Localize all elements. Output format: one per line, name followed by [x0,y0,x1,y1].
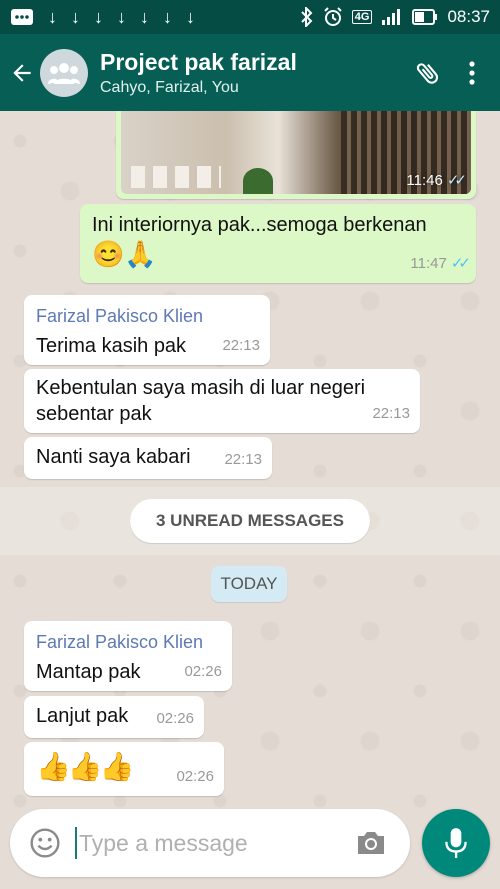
status-bar: ↓ ↓ ↓ ↓ ↓ ↓ ↓ 4G 08:37 [0,0,500,34]
read-ticks-icon: ✓✓ [446,172,467,189]
sender-name[interactable]: Farizal Pakisco Klien [36,629,220,655]
signal-icon [382,9,401,25]
message-text-line: Kebentulan saya masih di luar negeri [36,377,366,399]
incoming-message[interactable]: 👍👍👍 02:26 [24,742,224,796]
group-avatar-icon [48,62,80,84]
incoming-message[interactable]: Lanjut pak 02:26 [24,696,204,738]
sender-name[interactable]: Farizal Pakisco Klien [36,303,258,329]
message-text: Ini interiornya pak...semoga berkenan [92,214,427,236]
message-time: 02:26 [184,663,222,680]
message-text-line: sebentar pak [36,403,152,425]
clock: 08:37 [447,7,490,26]
bluetooth-icon [301,7,313,27]
incoming-message[interactable]: Kebentulan saya masih di luar negeri seb… [24,369,420,433]
unread-messages-badge: 3 UNREAD MESSAGES [130,499,370,543]
download-icon: ↓ [117,7,126,27]
more-vert-icon [469,60,475,85]
emoji-button[interactable] [22,827,67,859]
date-divider: TODAY [211,566,287,602]
chat-titles[interactable]: Project pak farizal Cahyo, Farizal, You [100,48,406,97]
mic-icon [445,828,467,858]
message-time: 11:47 ✓✓ [410,251,471,277]
group-avatar[interactable] [40,48,88,97]
battery-icon [412,9,438,25]
message-time: 11:46 ✓✓ [406,171,467,189]
incoming-message[interactable]: Nanti saya kabari 22:13 [24,437,272,479]
message-time: 02:26 [156,710,194,727]
photo-chairs [131,166,221,188]
download-icon: ↓ [163,7,172,27]
back-button[interactable] [4,60,40,86]
camera-button[interactable] [349,829,394,857]
system-icons: 4G 08:37 [300,7,490,27]
chat-area[interactable]: 11:46 ✓✓ Ini interiornya pak...semoga ber… [0,111,500,809]
message-composer [10,809,410,877]
download-icon: ↓ [94,7,103,27]
photo-plant [243,168,273,194]
back-arrow-icon [13,63,31,82]
download-icon: ↓ [140,7,149,27]
message-time: 02:26 [176,768,214,785]
incoming-message[interactable]: Farizal Pakisco Klien Terima kasih pak 2… [24,295,270,365]
chat-title: Project pak farizal [100,49,297,75]
message-time: 22:13 [224,451,262,468]
camera-icon [358,832,385,854]
time-text: 11:47 [410,255,447,272]
alarm-icon [324,7,342,26]
message-time: 22:13 [372,405,410,422]
more-options-button[interactable] [450,60,494,86]
network-type-badge: 4G [351,10,373,24]
attach-button[interactable] [406,59,450,87]
message-emoji: 😊🙏 [92,239,157,269]
download-icon: ↓ [186,7,195,27]
download-icon: ↓ [48,7,57,27]
outgoing-message[interactable]: Ini interiornya pak...semoga berkenan 😊🙏… [80,204,476,283]
message-time: 22:13 [222,337,260,354]
read-ticks-icon: ✓✓ [450,255,471,272]
download-icon: ↓ [71,7,80,27]
time-text: 11:46 [406,172,443,189]
chat-header: Project pak farizal Cahyo, Farizal, You [0,34,500,111]
attach-icon [416,62,439,84]
voice-message-button[interactable] [422,809,490,877]
message-input[interactable] [78,829,349,857]
image-message[interactable]: 11:46 ✓✓ [116,111,476,199]
notification-icons: ↓ ↓ ↓ ↓ ↓ ↓ ↓ [10,8,195,26]
messages-notification-icon [11,9,33,25]
chat-participants: Cahyo, Farizal, You [100,79,239,96]
emoji-icon [29,828,60,858]
incoming-message[interactable]: Farizal Pakisco Klien Mantap pak 02:26 [24,621,232,691]
text-cursor [75,827,77,859]
